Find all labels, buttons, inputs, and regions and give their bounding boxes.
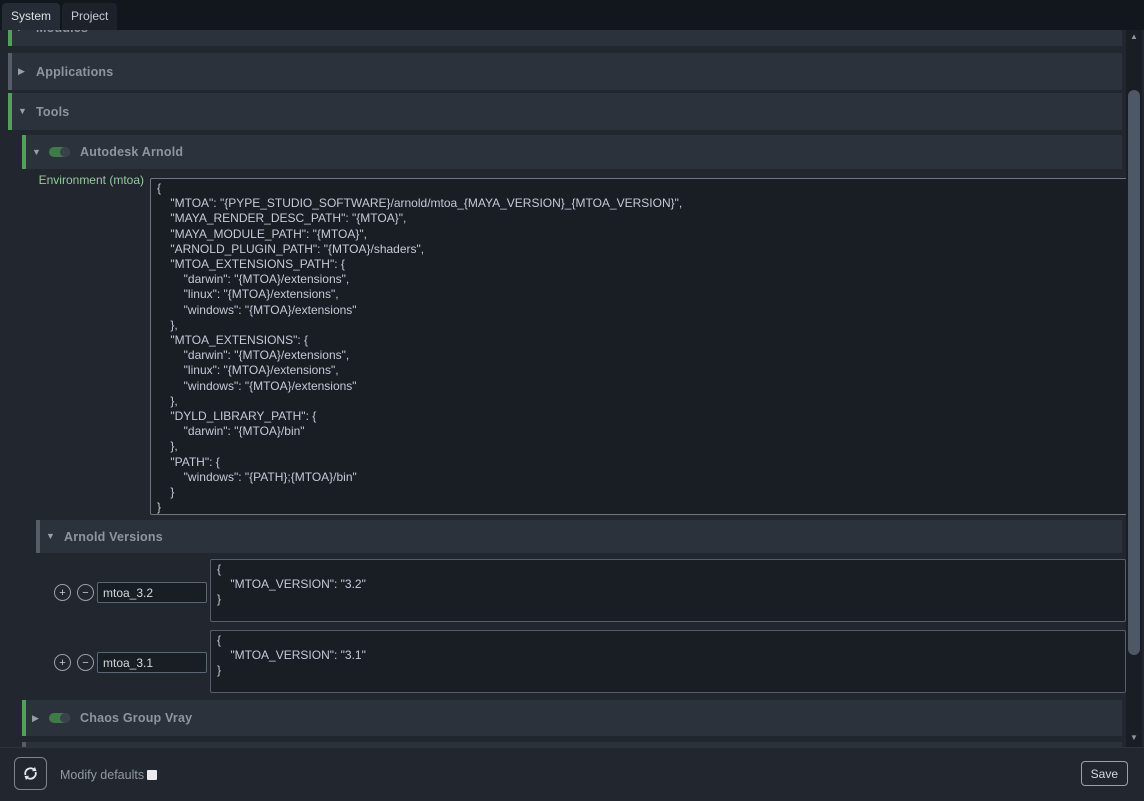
version-name-input[interactable]: [97, 652, 207, 673]
tab-project[interactable]: Project: [62, 3, 117, 30]
chevron-down-icon: ▼: [32, 148, 42, 157]
section-header-modules[interactable]: ▶ Modules: [8, 30, 1122, 46]
section-header-autodesk-arnold[interactable]: ▼ Autodesk Arnold: [22, 135, 1122, 169]
section-title-tools: Tools: [36, 105, 69, 119]
chevron-down-icon: ▼: [46, 532, 56, 541]
modify-defaults-label: Modify defaults: [60, 748, 144, 801]
section-header-arnold-versions[interactable]: ▼ Arnold Versions: [36, 520, 1122, 553]
section-title-chaos-group-vray: Chaos Group Vray: [80, 711, 192, 725]
remove-item-button[interactable]: −: [77, 654, 94, 671]
environment-json-editor[interactable]: { "MTOA": "{PYPE_STUDIO_SOFTWARE}/arnold…: [150, 178, 1128, 515]
section-title-autodesk-arnold: Autodesk Arnold: [80, 145, 183, 159]
arnold-enabled-toggle[interactable]: [49, 147, 70, 157]
section-header-applications[interactable]: ▶ Applications: [8, 53, 1122, 90]
scroll-up-icon[interactable]: ▲: [1126, 30, 1142, 44]
refresh-button[interactable]: [14, 757, 47, 790]
tab-system[interactable]: System: [2, 3, 60, 30]
scrollbar-thumb[interactable]: [1128, 90, 1140, 655]
version-name-input[interactable]: [97, 582, 207, 603]
add-item-button[interactable]: +: [54, 584, 71, 601]
tab-bar: System Project: [0, 0, 1144, 30]
section-title-modules: Modules: [36, 30, 88, 35]
chevron-right-icon: ▶: [18, 30, 28, 32]
footer-bar: Modify defaults Save: [0, 747, 1144, 801]
toggle-knob: [60, 713, 70, 723]
add-item-button[interactable]: +: [54, 654, 71, 671]
vertical-scrollbar[interactable]: ▲ ▼: [1126, 30, 1142, 747]
refresh-icon: [22, 765, 39, 782]
section-modules-clip: ▶ Modules: [8, 30, 1122, 46]
remove-item-button[interactable]: −: [77, 584, 94, 601]
section-title-arnold-versions: Arnold Versions: [64, 530, 163, 544]
version-json-editor[interactable]: { "MTOA_VERSION": "3.1" }: [210, 630, 1126, 693]
scroll-down-icon[interactable]: ▼: [1126, 731, 1142, 745]
version-json-editor[interactable]: { "MTOA_VERSION": "3.2" }: [210, 559, 1126, 622]
chevron-right-icon: ▶: [18, 67, 28, 76]
save-button[interactable]: Save: [1081, 761, 1128, 786]
vray-enabled-toggle[interactable]: [49, 713, 70, 723]
settings-scroll-area: ▶ Modules ▶ Applications ▼ Tools ▼ Autod…: [0, 30, 1144, 747]
chevron-down-icon: ▼: [18, 107, 28, 116]
toggle-knob: [60, 147, 70, 157]
chevron-right-icon: ▶: [32, 714, 42, 723]
environment-mtoa-label: Environment (mtoa): [8, 173, 144, 187]
section-header-tools[interactable]: ▼ Tools: [8, 93, 1122, 130]
section-header-chaos-group-vray[interactable]: ▶ Chaos Group Vray: [22, 700, 1122, 736]
section-title-applications: Applications: [36, 65, 113, 79]
settings-window: System Project ▶ Modules ▶ Applications …: [0, 0, 1144, 801]
modify-defaults-checkbox[interactable]: [147, 770, 157, 780]
